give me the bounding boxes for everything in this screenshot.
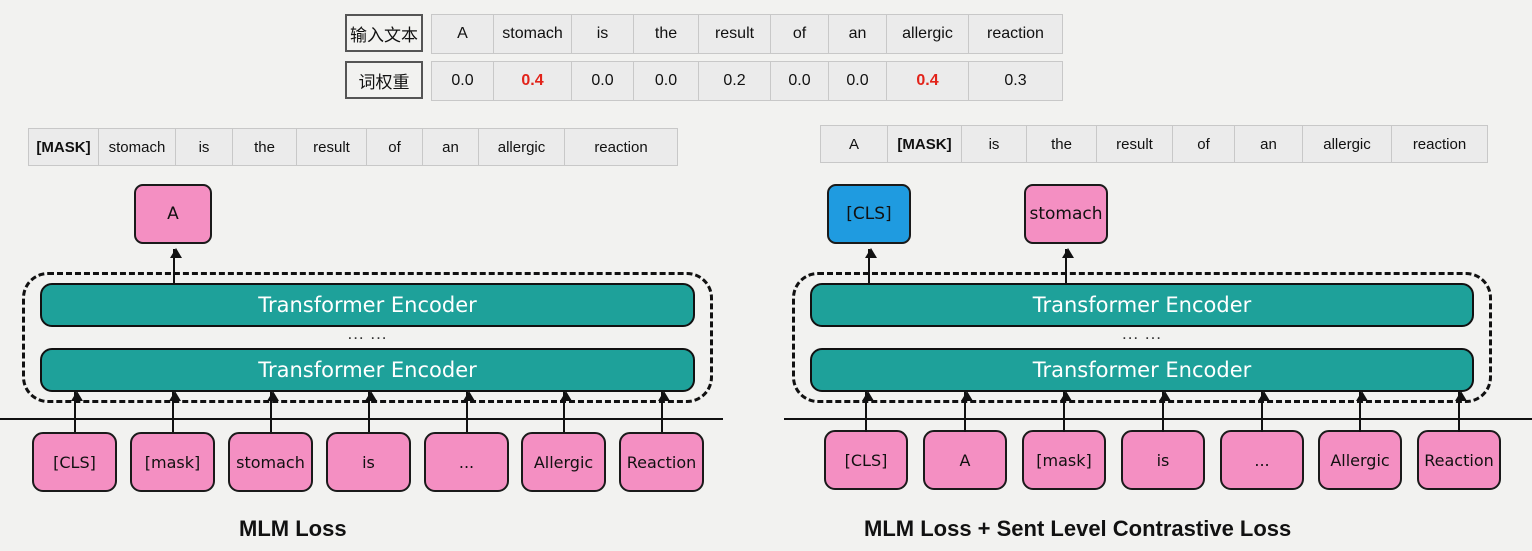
sentence-cell: is <box>962 126 1027 162</box>
token-arrow <box>267 391 279 432</box>
input-token-box: ... <box>1220 430 1304 490</box>
token-arrow <box>1258 391 1270 432</box>
input-token-box: is <box>1121 430 1205 490</box>
panel-caption-left: MLM Loss <box>239 516 347 541</box>
embedding-divider-line <box>0 418 723 420</box>
mlm-loss-panel: [MASK] stomach is the result of an aller… <box>0 0 760 551</box>
token-arrow <box>1455 391 1467 432</box>
transformer-encoder-bottom: Transformer Encoder <box>810 348 1474 392</box>
input-token-box: [CLS] <box>32 432 117 492</box>
sentence-cell: the <box>233 129 297 165</box>
sentence-cell: an <box>1235 126 1303 162</box>
token-arrow <box>169 391 181 432</box>
token-arrow <box>1060 391 1072 432</box>
transformer-encoder-top: Transformer Encoder <box>810 283 1474 327</box>
output-box-stomach: stomach <box>1024 184 1108 244</box>
input-token-box: Reaction <box>619 432 704 492</box>
input-token-box: A <box>923 430 1007 490</box>
input-token-box: Reaction <box>1417 430 1501 490</box>
sentence-cell: reaction <box>1412 135 1467 153</box>
input-token-box: stomach <box>228 432 313 492</box>
token-arrow <box>961 391 973 432</box>
input-token-box: is <box>326 432 411 492</box>
sentence-cell: is <box>176 129 233 165</box>
token-arrow <box>658 391 670 432</box>
token-arrow <box>365 391 377 432</box>
masked-sentence-left: [MASK] stomach is the result of an aller… <box>28 128 678 166</box>
sentence-cell: allergic <box>1303 126 1392 162</box>
sentence-cell: result <box>1097 126 1173 162</box>
mlm-contrastive-loss-panel: A [MASK] is the result of an allergic re… <box>772 0 1532 551</box>
input-token-box: ... <box>424 432 509 492</box>
sentence-cell: A <box>821 126 888 162</box>
output-box-a: A <box>134 184 212 244</box>
sentence-cell: the <box>1027 126 1097 162</box>
masked-sentence-right: A [MASK] is the result of an allergic re… <box>820 125 1488 163</box>
token-arrow <box>862 391 874 432</box>
panel-caption-right: MLM Loss + Sent Level Contrastive Loss <box>864 516 1292 541</box>
sentence-cell: an <box>423 129 479 165</box>
embedding-divider-line <box>784 418 1532 420</box>
token-arrow <box>463 391 475 432</box>
token-arrow <box>560 391 572 432</box>
sentence-cell: reaction <box>594 138 648 156</box>
input-token-box: [CLS] <box>824 430 908 490</box>
sentence-cell-mask: [MASK] <box>29 129 99 165</box>
output-box-cls: [CLS] <box>827 184 911 244</box>
sentence-cell: of <box>1173 126 1235 162</box>
encoder-ellipsis: ... ... <box>1121 324 1163 343</box>
sentence-cell-mask: [MASK] <box>888 126 962 162</box>
input-token-box: Allergic <box>521 432 606 492</box>
input-token-box: [mask] <box>1022 430 1106 490</box>
token-arrow <box>1356 391 1368 432</box>
sentence-cell: allergic <box>479 129 565 165</box>
sentence-cell: stomach <box>99 129 176 165</box>
encoder-ellipsis: ... ... <box>347 324 388 343</box>
transformer-encoder-top: Transformer Encoder <box>40 283 695 327</box>
token-arrow <box>1159 391 1171 432</box>
token-arrow <box>71 391 83 432</box>
transformer-encoder-bottom: Transformer Encoder <box>40 348 695 392</box>
sentence-cell: result <box>297 129 367 165</box>
input-token-box: Allergic <box>1318 430 1402 490</box>
sentence-cell: of <box>367 129 423 165</box>
input-token-box: [mask] <box>130 432 215 492</box>
